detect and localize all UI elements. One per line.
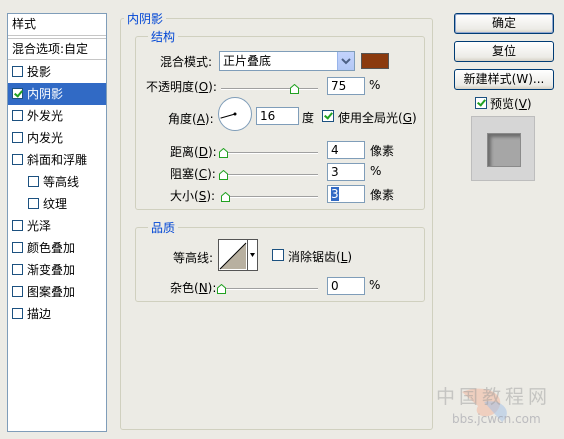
distance-label: 距离(D): xyxy=(170,145,217,159)
site-watermark: 中国教程网 bbs.jcwcn.com xyxy=(392,372,560,434)
sidebar-item[interactable]: 等高线 xyxy=(8,171,106,193)
sidebar-item-checkbox[interactable] xyxy=(12,242,23,253)
choke-slider-thumb[interactable] xyxy=(219,169,228,180)
shadow-color-swatch[interactable] xyxy=(361,53,389,69)
sidebar-item-checkbox[interactable] xyxy=(12,88,23,99)
sidebar-item[interactable]: 纹理 xyxy=(8,193,106,215)
blend-mode-value: 正片叠底 xyxy=(223,54,272,68)
blend-options-item[interactable]: 混合选项:自定 xyxy=(8,38,106,60)
angle-label: 角度(A): xyxy=(168,112,214,126)
contour-picker[interactable] xyxy=(218,239,258,271)
sidebar-item-label: 纹理 xyxy=(43,197,68,211)
opacity-slider-track[interactable] xyxy=(221,88,318,90)
watermark-url: bbs.jcwcn.com xyxy=(452,412,541,426)
sidebar-item[interactable]: 描边 xyxy=(8,303,106,325)
sidebar-item-label: 外发光 xyxy=(27,109,64,123)
noise-input[interactable]: 0 xyxy=(327,277,365,295)
size-value-selected: 3 xyxy=(331,187,339,201)
distance-slider-thumb[interactable] xyxy=(219,147,228,158)
sidebar-item-checkbox[interactable] xyxy=(12,264,23,275)
size-label: 大小(S): xyxy=(170,189,216,203)
new-style-button[interactable]: 新建样式(W)... xyxy=(454,69,554,90)
sidebar-item-label: 等高线 xyxy=(43,175,80,189)
sidebar-item[interactable]: 图案叠加 xyxy=(8,281,106,303)
angle-unit: 度 xyxy=(302,111,315,125)
anti-alias-label: 消除锯齿(L) xyxy=(288,250,353,264)
sidebar-item-checkbox[interactable] xyxy=(12,110,23,121)
contour-label: 等高线: xyxy=(173,251,214,265)
sidebar-item-checkbox[interactable] xyxy=(12,220,23,231)
noise-label: 杂色(N): xyxy=(170,281,217,295)
size-slider-thumb[interactable] xyxy=(221,191,230,202)
noise-slider-track[interactable] xyxy=(221,288,318,290)
sidebar-item[interactable]: 内阴影 xyxy=(8,83,106,105)
noise-percent: % xyxy=(369,278,381,292)
angle-dial[interactable] xyxy=(217,96,253,132)
preview-label: 预览(V) xyxy=(490,97,532,111)
distance-slider-track[interactable] xyxy=(221,152,318,154)
anti-alias-checkbox[interactable] xyxy=(272,249,284,261)
ok-button[interactable]: 确定 xyxy=(454,13,554,34)
style-preview-thumbnail xyxy=(471,116,535,181)
sidebar-item[interactable]: 渐变叠加 xyxy=(8,259,106,281)
opacity-label: 不透明度(O): xyxy=(146,80,217,94)
angle-input[interactable]: 16 xyxy=(256,107,299,125)
styles-list: 样式 混合选项:自定 投影内阴影外发光内发光斜面和浮雕等高线纹理光泽颜色叠加渐变… xyxy=(7,13,107,432)
sidebar-item-checkbox[interactable] xyxy=(12,308,23,319)
opacity-slider-thumb[interactable] xyxy=(289,83,299,94)
distance-unit: 像素 xyxy=(370,144,395,158)
quality-title: 品质 xyxy=(148,219,179,236)
sidebar-item[interactable]: 投影 xyxy=(8,61,106,83)
opacity-input[interactable]: 75 xyxy=(327,77,365,95)
blend-mode-select[interactable]: 正片叠底 xyxy=(219,51,355,71)
opacity-percent: % xyxy=(369,78,381,92)
sidebar-item-label: 渐变叠加 xyxy=(27,263,76,277)
sidebar-item[interactable]: 内发光 xyxy=(8,127,106,149)
sidebar-item-checkbox[interactable] xyxy=(28,198,39,209)
sidebar-item-checkbox[interactable] xyxy=(12,132,23,143)
preview-checkbox[interactable] xyxy=(475,97,487,109)
sidebar-item-label: 图案叠加 xyxy=(27,285,76,299)
sidebar-item-label: 描边 xyxy=(27,307,52,321)
blend-mode-label: 混合模式: xyxy=(160,55,213,69)
choke-percent: % xyxy=(370,164,382,178)
sidebar-item-label: 内阴影 xyxy=(27,87,64,101)
noise-slider-thumb[interactable] xyxy=(217,283,226,294)
styles-header: 样式 xyxy=(8,14,106,36)
choke-slider-track[interactable] xyxy=(221,174,318,176)
size-slider-track[interactable] xyxy=(221,196,318,198)
sidebar-item[interactable]: 外发光 xyxy=(8,105,106,127)
sidebar-item-checkbox[interactable] xyxy=(12,66,23,77)
sidebar-item-checkbox[interactable] xyxy=(28,176,39,187)
sidebar-item-label: 颜色叠加 xyxy=(27,241,76,255)
global-light-label: 使用全局光(G) xyxy=(338,111,417,125)
structure-title: 结构 xyxy=(148,28,179,45)
sidebar-item[interactable]: 斜面和浮雕 xyxy=(8,149,106,171)
sidebar-item-checkbox[interactable] xyxy=(12,154,23,165)
size-unit: 像素 xyxy=(370,188,395,202)
sidebar-item-label: 内发光 xyxy=(27,131,64,145)
chevron-down-icon[interactable] xyxy=(337,52,354,70)
sidebar-item-label: 光泽 xyxy=(27,219,52,233)
preview-square xyxy=(487,133,521,167)
choke-input[interactable]: 3 xyxy=(327,163,365,181)
distance-input[interactable]: 4 xyxy=(327,141,365,159)
size-input[interactable]: 3 xyxy=(327,185,365,203)
sidebar-item-label: 斜面和浮雕 xyxy=(27,153,88,167)
choke-label: 阻塞(C): xyxy=(170,167,216,181)
sidebar-item[interactable]: 颜色叠加 xyxy=(8,237,106,259)
sidebar-item-label: 投影 xyxy=(27,65,52,79)
sidebar-item[interactable]: 光泽 xyxy=(8,215,106,237)
sidebar-item-checkbox[interactable] xyxy=(12,286,23,297)
inner-shadow-title: 内阴影 xyxy=(124,10,167,27)
global-light-checkbox[interactable] xyxy=(322,110,334,122)
watermark-title: 中国教程网 xyxy=(436,386,552,408)
reset-button[interactable]: 复位 xyxy=(454,41,554,62)
